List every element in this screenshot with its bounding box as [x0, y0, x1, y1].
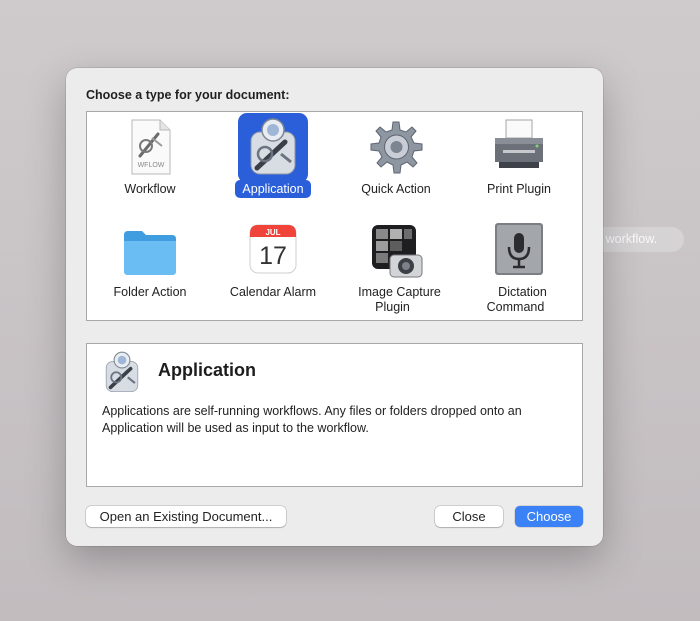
description-text: Applications are self-running workflows.… — [102, 404, 522, 435]
type-label: Dictation Command — [486, 285, 547, 314]
folder-icon — [124, 231, 176, 275]
choose-button[interactable]: Choose — [515, 506, 583, 527]
svg-text:WFLOW: WFLOW — [138, 162, 165, 169]
calendar-icon: JUL 17 — [249, 224, 297, 274]
image-capture-icon — [372, 225, 423, 278]
type-label: Print Plugin — [487, 182, 551, 196]
automator-robot-icon — [105, 351, 139, 393]
printer-icon — [495, 119, 543, 168]
open-existing-document-button[interactable]: Open an Existing Document... — [86, 506, 286, 527]
document-type-grid: WFLOW Workflow Application Quick Action … — [86, 111, 583, 321]
type-label: Quick Action — [361, 182, 431, 196]
svg-text:17: 17 — [259, 242, 287, 270]
new-document-dialog: Choose a type for your document: WFLOW W… — [66, 68, 603, 546]
type-label: Folder Action — [113, 285, 187, 299]
close-button[interactable]: Close — [435, 506, 503, 527]
type-label: Application — [213, 180, 333, 198]
gear-icon — [370, 121, 423, 174]
description-panel: Application Applications are self-runnin… — [86, 343, 583, 487]
type-label: Image Capture Plugin — [358, 285, 441, 314]
svg-text:JUL: JUL — [265, 228, 280, 237]
type-label: Calendar Alarm — [229, 285, 317, 299]
automator-robot-icon — [250, 118, 296, 175]
selection-highlight — [238, 113, 308, 183]
type-label: Workflow — [124, 182, 176, 196]
microphone-icon — [495, 223, 543, 275]
workflow-document-icon: WFLOW — [131, 119, 171, 175]
description-title: Application — [158, 360, 256, 380]
dialog-heading: Choose a type for your document: — [86, 88, 290, 102]
